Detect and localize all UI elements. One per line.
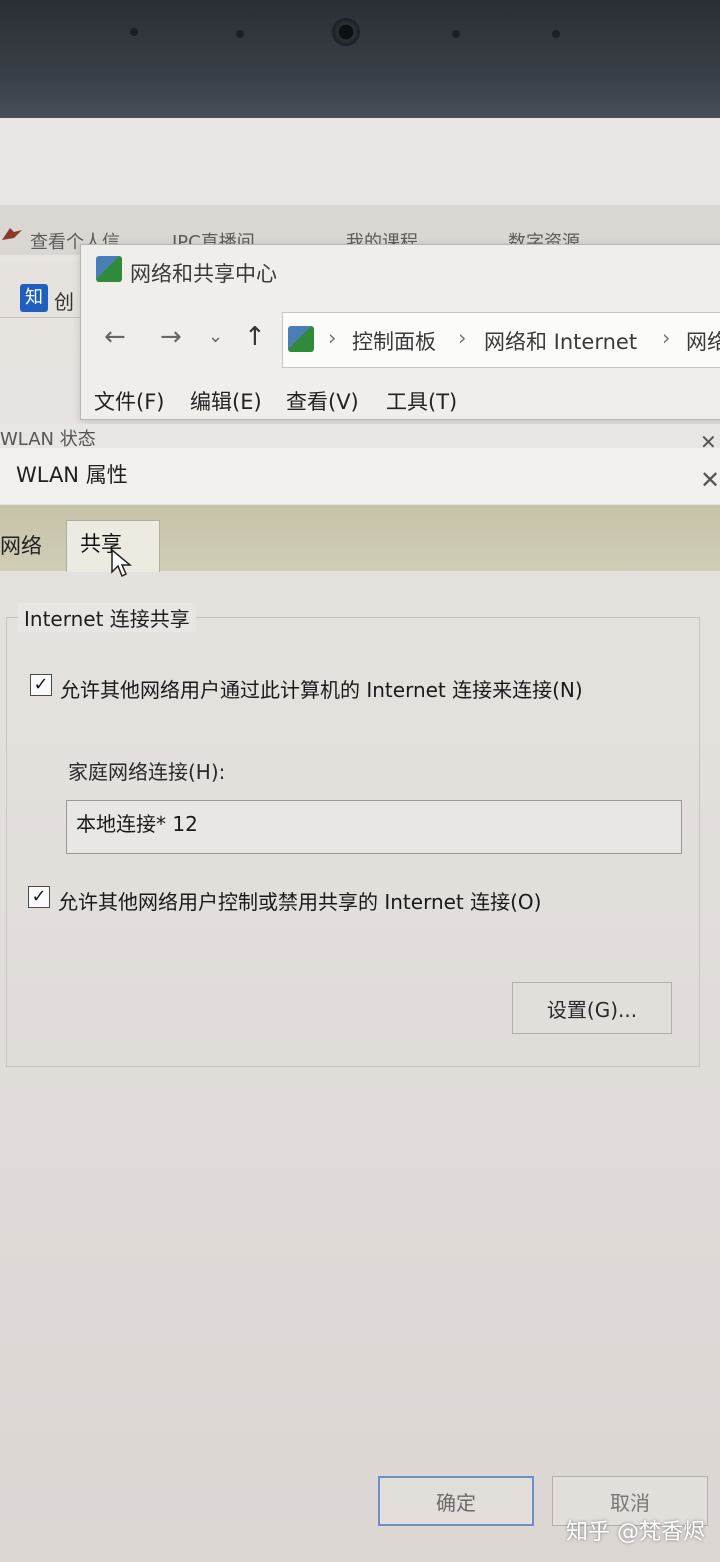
bezel-dot: [130, 28, 138, 36]
bird-icon: [0, 222, 24, 246]
laptop-bezel: [0, 0, 720, 118]
groupbox-title: Internet 连接共享: [18, 603, 196, 632]
breadcrumb-network-internet[interactable]: 网络和 Internet: [484, 326, 637, 356]
breadcrumb-separator: ›: [662, 326, 671, 350]
breadcrumb-network[interactable]: 网络: [686, 326, 720, 356]
zhihu-logo-icon: 知: [20, 284, 48, 312]
menu-tools[interactable]: 工具(T): [386, 386, 457, 416]
menu-view[interactable]: 查看(V): [286, 386, 359, 416]
tab-network-label: 网络: [0, 534, 42, 558]
dialog-title: WLAN 属性: [16, 463, 128, 487]
control-panel-icon: [288, 326, 314, 352]
chevron-down-icon[interactable]: ⌄: [208, 326, 223, 347]
browser-tab-label: 创: [54, 290, 74, 314]
window-title: 网络和共享中心: [130, 262, 277, 286]
ok-button[interactable]: 确定: [378, 1476, 534, 1526]
up-arrow-icon[interactable]: ↑: [244, 322, 266, 352]
menu-edit[interactable]: 编辑(E): [190, 386, 262, 416]
webcam-icon: [332, 18, 360, 46]
menu-file[interactable]: 文件(F): [94, 386, 164, 416]
bezel-dot: [236, 30, 244, 38]
bezel-dot: [552, 30, 560, 38]
close-icon[interactable]: ✕: [700, 466, 720, 494]
network-center-icon: [96, 256, 122, 282]
forward-arrow-icon[interactable]: →: [160, 322, 182, 352]
allow-connect-checkbox[interactable]: ✓: [30, 674, 52, 696]
breadcrumb-control-panel[interactable]: 控制面板: [352, 326, 436, 356]
bezel-dot: [452, 30, 460, 38]
back-arrow-icon[interactable]: ←: [104, 322, 126, 352]
breadcrumb-separator: ›: [458, 326, 467, 350]
watermark: 知乎 @梵香烬: [566, 1520, 705, 1545]
home-network-value: 本地连接* 12: [76, 812, 198, 836]
allow-control-checkbox[interactable]: ✓: [28, 886, 50, 908]
settings-button[interactable]: 设置(G)...: [512, 982, 672, 1034]
mouse-cursor-icon: [110, 548, 133, 582]
home-network-label: 家庭网络连接(H):: [68, 760, 226, 784]
allow-control-label: 允许其他网络用户控制或禁用共享的 Internet 连接(O): [58, 890, 542, 914]
allow-connect-label: 允许其他网络用户通过此计算机的 Internet 连接来连接(N): [60, 678, 583, 702]
breadcrumb-separator: ›: [328, 326, 337, 350]
